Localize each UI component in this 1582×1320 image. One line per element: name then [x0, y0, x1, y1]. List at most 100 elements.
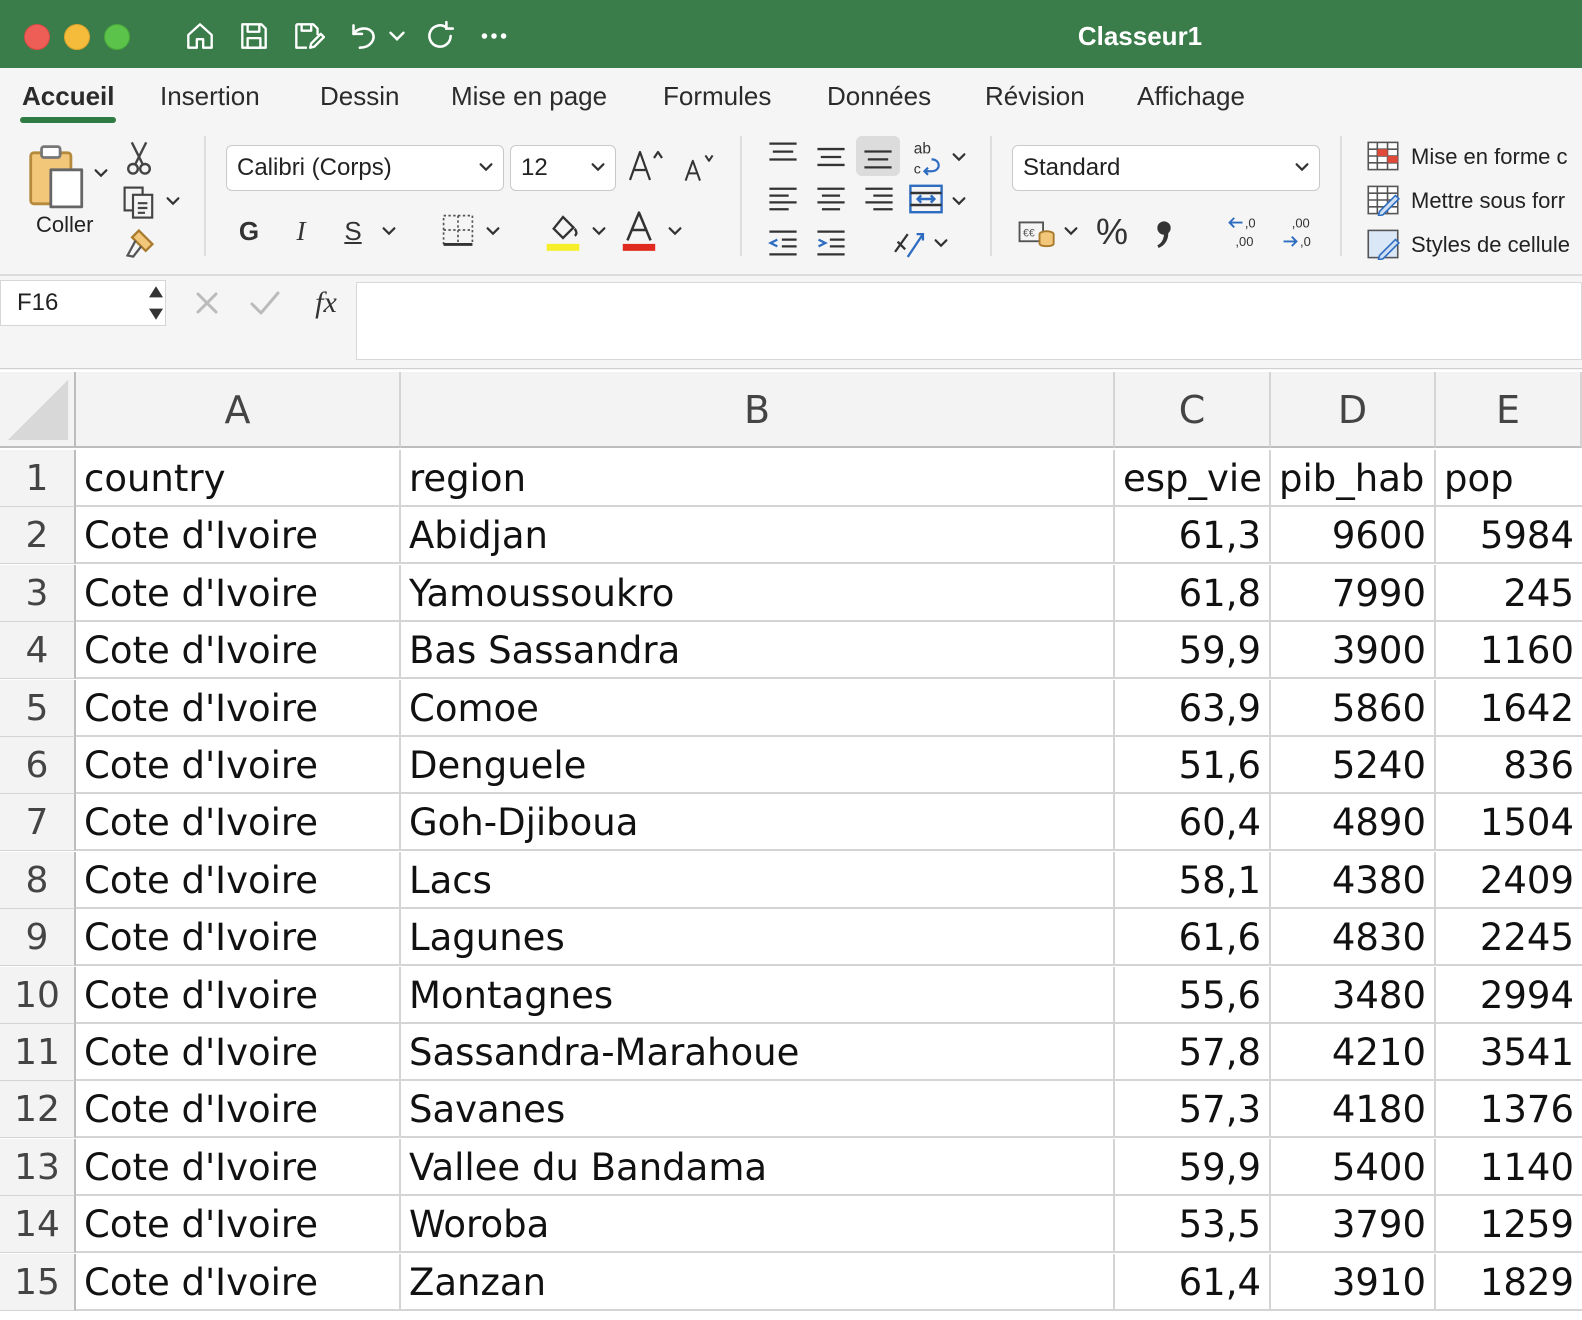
cell-c4[interactable]: 59,9: [1115, 622, 1271, 680]
cell-d15[interactable]: 3910: [1271, 1253, 1436, 1311]
accounting-format-icon[interactable]: €€: [1016, 214, 1056, 252]
select-all-corner[interactable]: [0, 372, 76, 448]
row-header-11[interactable]: 11: [0, 1024, 76, 1081]
merge-center-icon[interactable]: [908, 182, 944, 216]
bold-button[interactable]: G: [234, 212, 264, 250]
row-header-14[interactable]: 14: [0, 1196, 76, 1254]
cell-d6[interactable]: 5240: [1271, 737, 1436, 794]
decrease-decimal-icon[interactable]: ,00,0: [1280, 212, 1320, 252]
undo-icon[interactable]: [344, 18, 380, 54]
cell-a14[interactable]: Cote d'Ivoire: [76, 1196, 401, 1254]
cell-c2[interactable]: 61,3: [1115, 507, 1271, 565]
name-box[interactable]: F16: [0, 280, 166, 326]
text-orientation-icon[interactable]: [890, 224, 928, 262]
paste-dropdown-chevron-icon[interactable]: [92, 164, 110, 182]
column-header-e[interactable]: E: [1436, 372, 1582, 448]
row-header-2[interactable]: 2: [0, 507, 76, 565]
font-size-select[interactable]: 12: [510, 145, 616, 191]
cell-e10[interactable]: 2994: [1436, 967, 1582, 1024]
cell-c12[interactable]: 57,3: [1115, 1081, 1271, 1139]
column-header-b[interactable]: B: [401, 372, 1115, 448]
cell-b8[interactable]: Lacs: [401, 851, 1115, 909]
cell-b9[interactable]: Lagunes: [401, 909, 1115, 967]
tab-dessin[interactable]: Dessin: [320, 68, 399, 124]
row-header-10[interactable]: 10: [0, 966, 76, 1024]
merge-chevron-icon[interactable]: [950, 192, 968, 210]
cut-icon[interactable]: [124, 140, 154, 176]
cell-c1[interactable]: esp_vie: [1115, 450, 1271, 507]
redo-icon[interactable]: [422, 18, 458, 54]
cell-a15[interactable]: Cote d'Ivoire: [76, 1253, 401, 1311]
cell-d5[interactable]: 5860: [1271, 679, 1436, 737]
cell-e11[interactable]: 3541: [1436, 1024, 1582, 1081]
borders-chevron-icon[interactable]: [484, 222, 502, 240]
italic-button[interactable]: I: [286, 212, 316, 250]
column-header-d[interactable]: D: [1271, 372, 1436, 448]
cell-a1[interactable]: country: [76, 450, 401, 507]
cell-d1[interactable]: pib_hab: [1271, 450, 1436, 507]
cell-b10[interactable]: Montagnes: [401, 966, 1115, 1024]
increase-indent-icon[interactable]: [814, 226, 848, 260]
cell-a5[interactable]: Cote d'Ivoire: [76, 679, 401, 737]
tab-formules[interactable]: Formules: [663, 68, 771, 124]
align-bottom-icon[interactable]: [856, 136, 900, 176]
tab-donnees[interactable]: Données: [827, 68, 931, 124]
cell-e3[interactable]: 245: [1436, 565, 1582, 622]
row-header-5[interactable]: 5: [0, 679, 76, 737]
cell-c8[interactable]: 58,1: [1115, 851, 1271, 909]
cell-c5[interactable]: 63,9: [1115, 679, 1271, 737]
cell-e12[interactable]: 1376: [1436, 1081, 1582, 1139]
cell-d2[interactable]: 9600: [1271, 507, 1436, 565]
text-orientation-chevron-icon[interactable]: [932, 234, 950, 252]
cell-d4[interactable]: 3900: [1271, 622, 1436, 680]
row-header-1[interactable]: 1: [0, 450, 76, 507]
cell-b13[interactable]: Vallee du Bandama: [401, 1138, 1115, 1196]
wrap-text-icon[interactable]: ab c: [910, 138, 946, 176]
cell-e14[interactable]: 1259: [1436, 1196, 1582, 1254]
cell-a6[interactable]: Cote d'Ivoire: [76, 737, 401, 794]
cell-c11[interactable]: 57,8: [1115, 1024, 1271, 1081]
align-middle-icon[interactable]: [814, 140, 848, 174]
cell-c3[interactable]: 61,8: [1115, 564, 1271, 622]
zoom-window-button[interactable]: [104, 24, 130, 50]
cell-d11[interactable]: 4210: [1271, 1024, 1436, 1081]
tab-revision[interactable]: Révision: [985, 68, 1085, 124]
formula-input[interactable]: [356, 282, 1582, 360]
row-header-13[interactable]: 13: [0, 1138, 76, 1196]
cell-e1[interactable]: pop: [1436, 450, 1582, 507]
align-center-icon[interactable]: [814, 182, 848, 216]
cell-c7[interactable]: 60,4: [1115, 794, 1271, 852]
copy-dropdown-chevron-icon[interactable]: [164, 192, 182, 210]
cell-b14[interactable]: Woroba: [401, 1196, 1115, 1254]
cell-e5[interactable]: 1642: [1436, 680, 1582, 737]
borders-icon[interactable]: [440, 212, 476, 248]
cell-styles-label[interactable]: Styles de cellule: [1411, 232, 1570, 258]
row-header-4[interactable]: 4: [0, 622, 76, 680]
format-as-table-label[interactable]: Mettre sous forr: [1411, 188, 1565, 214]
row-header-6[interactable]: 6: [0, 737, 76, 794]
cell-c6[interactable]: 51,6: [1115, 737, 1271, 794]
column-header-a[interactable]: A: [76, 372, 401, 448]
cell-e6[interactable]: 836: [1436, 737, 1582, 794]
row-header-12[interactable]: 12: [0, 1081, 76, 1139]
cell-c14[interactable]: 53,5: [1115, 1196, 1271, 1254]
cell-a13[interactable]: Cote d'Ivoire: [76, 1138, 401, 1196]
more-options-icon[interactable]: [476, 18, 512, 54]
align-top-icon[interactable]: [766, 138, 800, 172]
cell-b7[interactable]: Goh-Djiboua: [401, 794, 1115, 852]
close-window-button[interactable]: [24, 24, 50, 50]
minimize-window-button[interactable]: [64, 24, 90, 50]
cell-e9[interactable]: 2245: [1436, 909, 1582, 967]
tab-affichage[interactable]: Affichage: [1137, 68, 1245, 124]
fill-color-chevron-icon[interactable]: [590, 222, 608, 240]
cell-a2[interactable]: Cote d'Ivoire: [76, 507, 401, 565]
cell-d8[interactable]: 4380: [1271, 851, 1436, 909]
tab-insertion[interactable]: Insertion: [160, 68, 260, 124]
increase-decimal-icon[interactable]: ,0,00: [1226, 212, 1266, 252]
cell-a4[interactable]: Cote d'Ivoire: [76, 622, 401, 680]
confirm-entry-icon[interactable]: [248, 288, 282, 318]
name-box-stepper-icon[interactable]: [146, 282, 166, 324]
undo-dropdown-chevron-icon[interactable]: [384, 18, 410, 54]
cell-a7[interactable]: Cote d'Ivoire: [76, 794, 401, 852]
align-right-icon[interactable]: [862, 182, 896, 216]
